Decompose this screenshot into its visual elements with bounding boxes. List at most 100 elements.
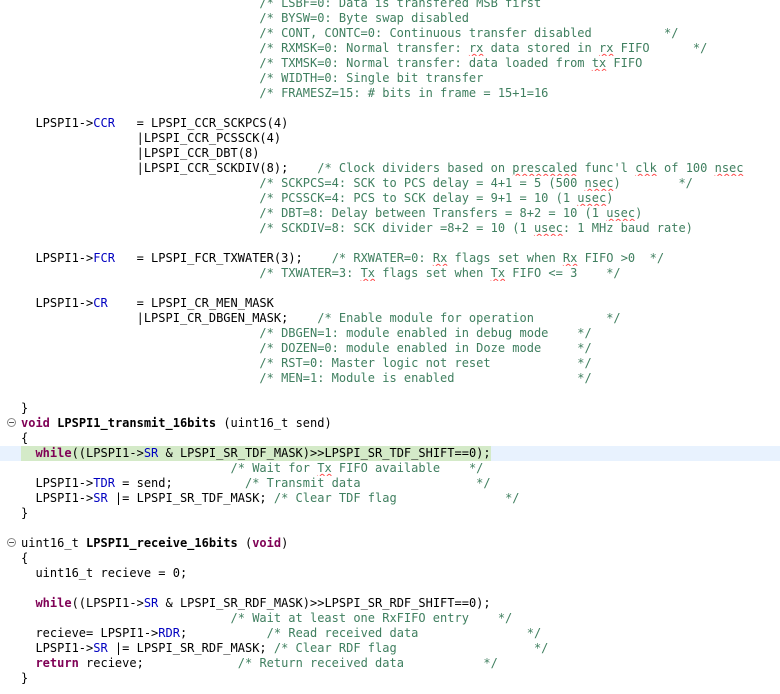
code-token: } <box>21 401 29 415</box>
code-line[interactable]: LPSPI1->FCR = LPSPI_FCR_TXWATER(3); /* R… <box>0 251 780 266</box>
code-line[interactable]: /* BYSW=0: Byte swap disabled <box>0 11 780 26</box>
code-text: /* WIDTH=0: Single bit transfer <box>21 71 483 86</box>
code-token: /* PCSSCK=4: PCS to SCK delay = 9+1 = 10… <box>21 191 578 205</box>
code-line[interactable] <box>0 386 780 401</box>
code-line[interactable]: /* TXMSK=0: Normal transfer: data loaded… <box>0 56 780 71</box>
code-line[interactable]: /* Wait at least one RxFIFO entry */ <box>0 611 780 626</box>
code-line[interactable]: |LPSPI_CCR_PCSSCK(4) <box>0 131 780 146</box>
code-line[interactable]: /* RXMSK=0: Normal transfer: rx data sto… <box>0 41 780 56</box>
code-token: Rx <box>562 251 578 265</box>
code-token: /* SCKDIV=8: SCK divider =8+2 = 10 (1 <box>21 221 534 235</box>
code-line[interactable]: return recieve; /* Return received data … <box>0 656 780 671</box>
code-editor[interactable]: /* LSBF=0: Data is transfered MSB first … <box>0 0 780 694</box>
code-line[interactable]: uint16_t LPSPI1_receive_16bits (void) <box>0 536 780 551</box>
code-line[interactable]: /* TXWATER=3: Tx flags set when Tx FIFO … <box>0 266 780 281</box>
code-token: ; <box>179 626 267 640</box>
code-text: recieve= LPSPI1->RDR; /* Read received d… <box>21 626 541 641</box>
code-text: LPSPI1->CR = LPSPI_CR_MEN_MASK <box>21 296 274 311</box>
code-token: FCR <box>93 251 115 265</box>
code-token: ( <box>237 536 253 550</box>
code-token: /* SCKPCS=4: SCK to PCS delay = 4+1 = 5 … <box>21 176 585 190</box>
code-line[interactable]: |LPSPI_CR_DBGEN_MASK; /* Enable module f… <box>0 311 780 326</box>
code-line[interactable]: /* SCKDIV=8: SCK divider =8+2 = 10 (1 us… <box>0 221 780 236</box>
code-text: /* RXMSK=0: Normal transfer: rx data sto… <box>21 41 707 56</box>
code-text: } <box>21 671 28 686</box>
code-text: |LPSPI_CCR_SCKDIV(8); /* Clock dividers … <box>21 161 744 176</box>
fold-toggle-icon[interactable] <box>7 538 16 547</box>
code-token: /* DOZEN=0: module enabled in Doze mode … <box>21 341 592 355</box>
code-token: = LPSPI_CR_MEN_MASK <box>107 296 274 310</box>
code-line[interactable]: |LPSPI_CCR_DBT(8) <box>0 146 780 161</box>
code-text: /* TXWATER=3: Tx flags set when Tx FIFO … <box>21 266 621 281</box>
code-line[interactable]: LPSPI1->SR |= LPSPI_SR_RDF_MASK; /* Clea… <box>0 641 780 656</box>
code-token: /* DBT=8: Delay between Transfers = 8+2 … <box>21 206 607 220</box>
code-line[interactable]: /* MEN=1: Module is enabled */ <box>0 371 780 386</box>
code-line[interactable]: recieve= LPSPI1->RDR; /* Read received d… <box>0 626 780 641</box>
code-token: clk <box>635 161 657 175</box>
code-line[interactable]: { <box>0 431 780 446</box>
code-token: tx <box>591 56 607 70</box>
code-line[interactable]: { <box>0 551 780 566</box>
code-token: while <box>35 446 72 460</box>
code-line[interactable]: } <box>0 506 780 521</box>
code-token: (uint16_t send) <box>216 416 332 430</box>
code-line[interactable]: |LPSPI_CCR_SCKDIV(8); /* Clock dividers … <box>0 161 780 176</box>
code-line[interactable] <box>0 101 780 116</box>
code-line[interactable]: /* DBGEN=1: module enabled in debug mode… <box>0 326 780 341</box>
code-line[interactable] <box>0 281 780 296</box>
code-text: |LPSPI_CR_DBGEN_MASK; /* Enable module f… <box>21 311 621 326</box>
code-token: /* Transmit data */ <box>244 476 491 490</box>
current-code-line[interactable]: while((LPSPI1->SR & LPSPI_SR_TDF_MASK)>>… <box>0 446 780 461</box>
code-line[interactable]: LPSPI1->SR |= LPSPI_SR_TDF_MASK; /* Clea… <box>0 491 780 506</box>
code-token: return <box>35 656 79 670</box>
code-line[interactable]: while((LPSPI1->SR & LPSPI_SR_RDF_MASK)>>… <box>0 596 780 611</box>
code-token: |= LPSPI_SR_RDF_MASK; <box>107 641 274 655</box>
code-token: |LPSPI_CR_DBGEN_MASK; <box>21 311 318 325</box>
code-line[interactable] <box>0 581 780 596</box>
code-token: /* TXMSK=0: Normal transfer: data loaded… <box>21 56 592 70</box>
code-token: { <box>21 431 29 445</box>
code-token: rx <box>598 41 614 55</box>
code-line[interactable] <box>0 236 780 251</box>
code-line[interactable]: LPSPI1->CCR = LPSPI_CCR_SCKPCS(4) <box>0 116 780 131</box>
code-text: /* PCSSCK=4: PCS to SCK delay = 9+1 = 10… <box>21 191 613 206</box>
code-token: /* Wait for <box>21 461 318 475</box>
code-token: usec <box>577 191 607 205</box>
code-token: flags set when <box>447 251 563 265</box>
code-line[interactable]: LPSPI1->CR = LPSPI_CR_MEN_MASK <box>0 296 780 311</box>
code-token: |= LPSPI_SR_TDF_MASK; <box>107 491 274 505</box>
code-text: LPSPI1->FCR = LPSPI_FCR_TXWATER(3); /* R… <box>21 251 664 266</box>
code-token: void <box>21 416 50 430</box>
code-line[interactable]: /* RST=0: Master logic not reset */ <box>0 356 780 371</box>
code-line[interactable]: /* CONT, CONTC=0: Continuous transfer di… <box>0 26 780 41</box>
code-token: /* TXWATER=3: <box>21 266 361 280</box>
code-line[interactable]: uint16_t recieve = 0; <box>0 566 780 581</box>
code-token: FIFO <= 3 */ <box>505 266 621 280</box>
code-text: /* SCKPCS=4: SCK to PCS delay = 4+1 = 5 … <box>21 176 693 191</box>
code-line[interactable] <box>0 521 780 536</box>
code-token: Tx <box>490 266 506 280</box>
code-token: : 1 MHz baud rate) <box>562 221 693 235</box>
code-text: /* CONT, CONTC=0: Continuous transfer di… <box>21 26 678 41</box>
code-text: uint16_t LPSPI1_receive_16bits (void) <box>21 536 288 551</box>
code-token: prescaled <box>512 161 578 175</box>
code-line[interactable]: /* PCSSCK=4: PCS to SCK delay = 9+1 = 10… <box>0 191 780 206</box>
code-line[interactable]: /* Wait for Tx FIFO available */ <box>0 461 780 476</box>
fold-toggle-icon[interactable] <box>7 418 16 427</box>
code-line[interactable]: /* LSBF=0: Data is transfered MSB first <box>0 0 780 11</box>
code-token: /* BYSW=0: Byte swap disabled <box>21 11 469 25</box>
code-line[interactable]: /* FRAMESZ=15: # bits in frame = 15+1=16 <box>0 86 780 101</box>
code-text: while((LPSPI1->SR & LPSPI_SR_RDF_MASK)>>… <box>21 596 490 611</box>
code-line[interactable]: /* DBT=8: Delay between Transfers = 8+2 … <box>0 206 780 221</box>
code-line[interactable]: void LPSPI1_transmit_16bits (uint16_t se… <box>0 416 780 431</box>
code-token: /* FRAMESZ=15: # bits in frame = 15+1=16 <box>21 86 549 100</box>
code-line[interactable]: } <box>0 671 780 686</box>
code-token: = send; <box>114 476 245 490</box>
code-line[interactable]: /* WIDTH=0: Single bit transfer <box>0 71 780 86</box>
code-line[interactable]: /* DOZEN=0: module enabled in Doze mode … <box>0 341 780 356</box>
code-line[interactable]: LPSPI1->TDR = send; /* Transmit data */ <box>0 476 780 491</box>
code-token: /* MEN=1: Module is enabled */ <box>21 371 592 385</box>
code-line[interactable]: /* SCKPCS=4: SCK to PCS delay = 4+1 = 5 … <box>0 176 780 191</box>
code-line[interactable]: } <box>0 401 780 416</box>
